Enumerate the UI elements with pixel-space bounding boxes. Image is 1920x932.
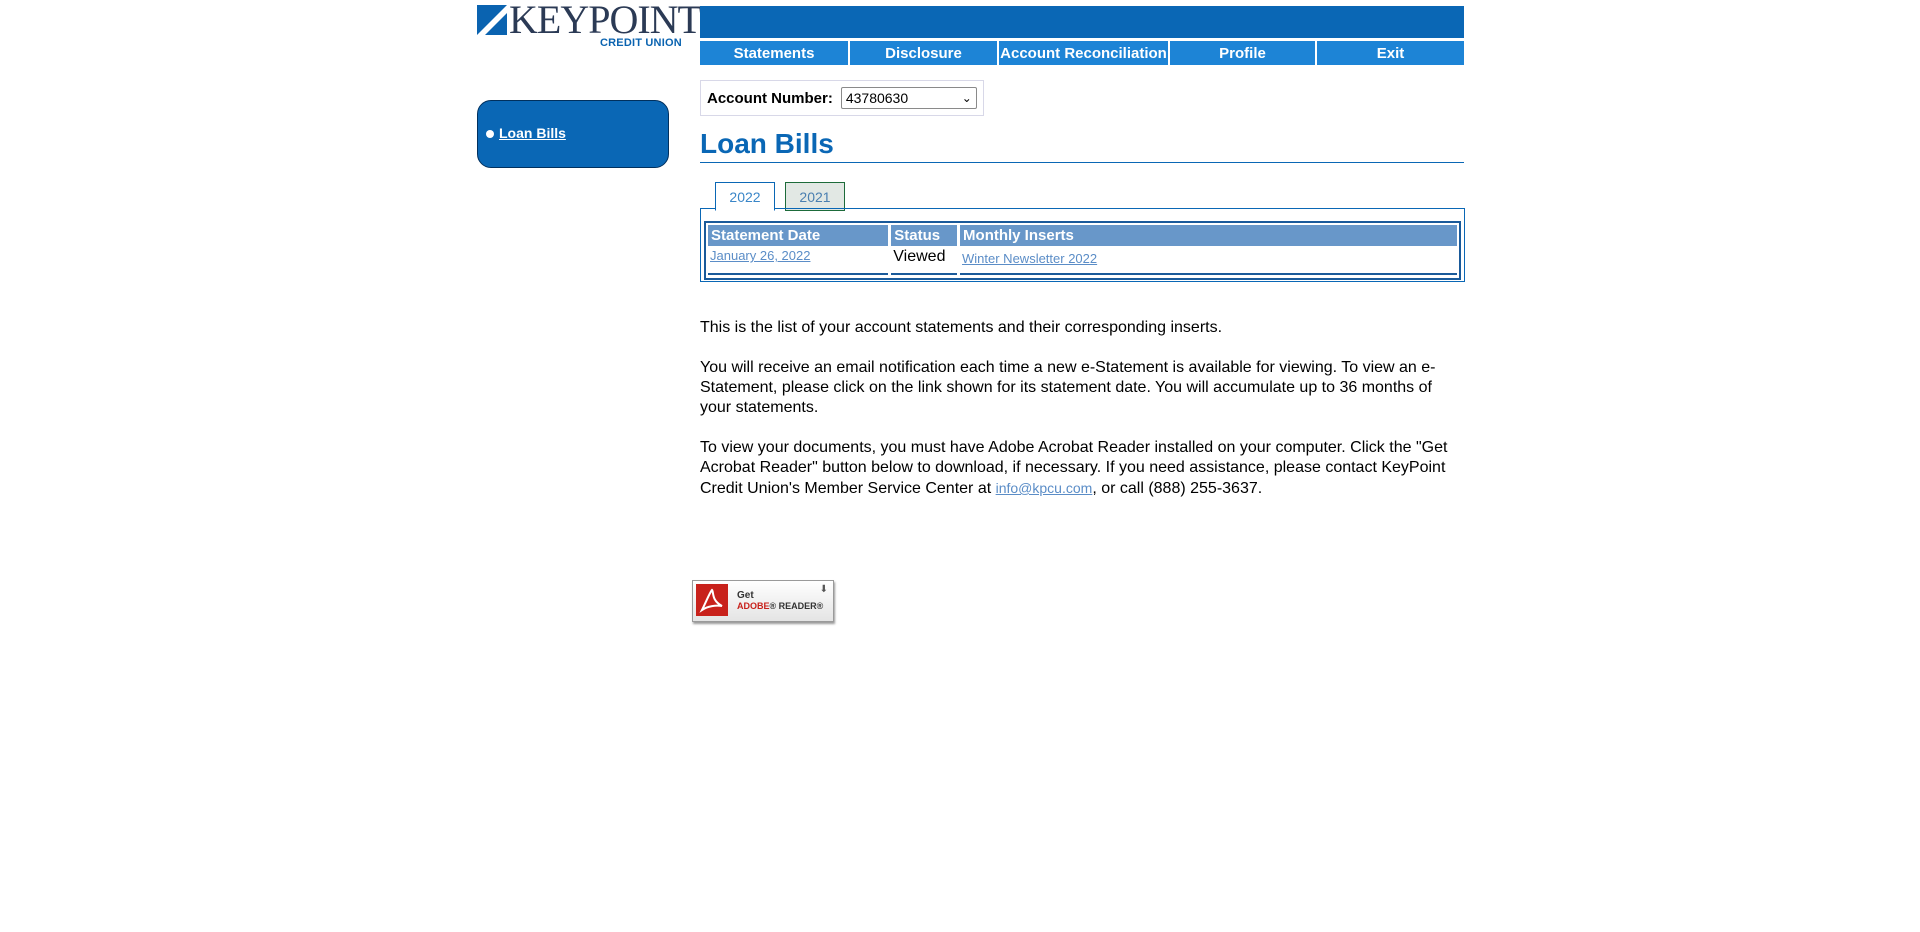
nav-exit[interactable]: Exit (1317, 41, 1464, 65)
table-header-row: Statement Date Status Monthly Inserts (708, 225, 1458, 246)
logo-brand-text: KEYPOINT (509, 0, 702, 42)
nav-disclosure[interactable]: Disclosure (850, 41, 997, 65)
nav-account-reconciliation[interactable]: Account Reconciliation (999, 41, 1168, 65)
nav-profile[interactable]: Profile (1170, 41, 1315, 65)
header-statement-date: Statement Date (708, 225, 889, 246)
info-paragraph-1: This is the list of your account stateme… (700, 319, 1223, 336)
logo-mark-icon (477, 5, 507, 35)
logo-subtitle: CREDIT UNION (600, 37, 682, 49)
adobe-reader-text: ADOBE® READER® (737, 601, 824, 611)
header-monthly-inserts: Monthly Inserts (960, 225, 1458, 246)
keypoint-logo: KEYPOINT CREDIT UNION (477, 0, 702, 51)
table-row: January 26, 2022 Viewed Winter Newslette… (708, 248, 1457, 275)
info-paragraph-3-phone: , or call (888) 255-3637. (1092, 480, 1263, 497)
adobe-pdf-icon (696, 584, 728, 616)
page-title: Loan Bills (700, 128, 834, 159)
cell-statement-date: January 26, 2022 (708, 248, 889, 275)
sidebar: Loan Bills (477, 100, 669, 168)
statements-table-frame: Statement Date Status Monthly Inserts Ja… (704, 221, 1461, 280)
tab-2022[interactable]: 2022 (715, 182, 775, 211)
account-number-select[interactable]: 43780630 ⌄ (840, 87, 977, 109)
title-divider (700, 162, 1464, 163)
download-arrow-icon: ⬇ (819, 584, 828, 595)
bullet-icon (486, 130, 494, 138)
get-adobe-reader-button[interactable]: Get ADOBE® READER® ⬇ (692, 580, 834, 622)
account-number-label: Account Number: (707, 89, 833, 107)
account-number-value: 43780630 (845, 90, 909, 106)
header-status: Status (891, 225, 958, 246)
tab-panel: Statement Date Status Monthly Inserts Ja… (700, 208, 1465, 282)
tab-2021[interactable]: 2021 (785, 182, 845, 211)
header-banner (700, 6, 1464, 38)
nav-statements[interactable]: Statements (700, 41, 848, 65)
statements-table: Statement Date Status Monthly Inserts Ja… (708, 225, 1458, 275)
chevron-down-icon: ⌄ (961, 91, 972, 105)
info-paragraph-2: You will receive an email notification e… (700, 359, 1436, 416)
monthly-insert-link[interactable]: Winter Newsletter 2022 (962, 251, 1097, 266)
main-nav: Statements Disclosure Account Reconcilia… (700, 41, 1464, 65)
sidebar-item-label[interactable]: Loan Bills (499, 125, 566, 141)
info-paragraph-3: To view your documents, you must have Ad… (700, 438, 1464, 499)
statement-date-link[interactable]: January 26, 2022 (710, 248, 810, 263)
support-email-link[interactable]: info@kpcu.com (996, 480, 1093, 496)
status-text: Viewed (893, 248, 946, 265)
cell-monthly-insert: Winter Newsletter 2022 (960, 248, 1457, 275)
sidebar-item-loan-bills[interactable]: Loan Bills (486, 125, 566, 141)
adobe-get-text: Get (737, 590, 754, 601)
cell-status: Viewed (891, 248, 958, 275)
account-selector-box: Account Number: 43780630 ⌄ (700, 80, 984, 116)
